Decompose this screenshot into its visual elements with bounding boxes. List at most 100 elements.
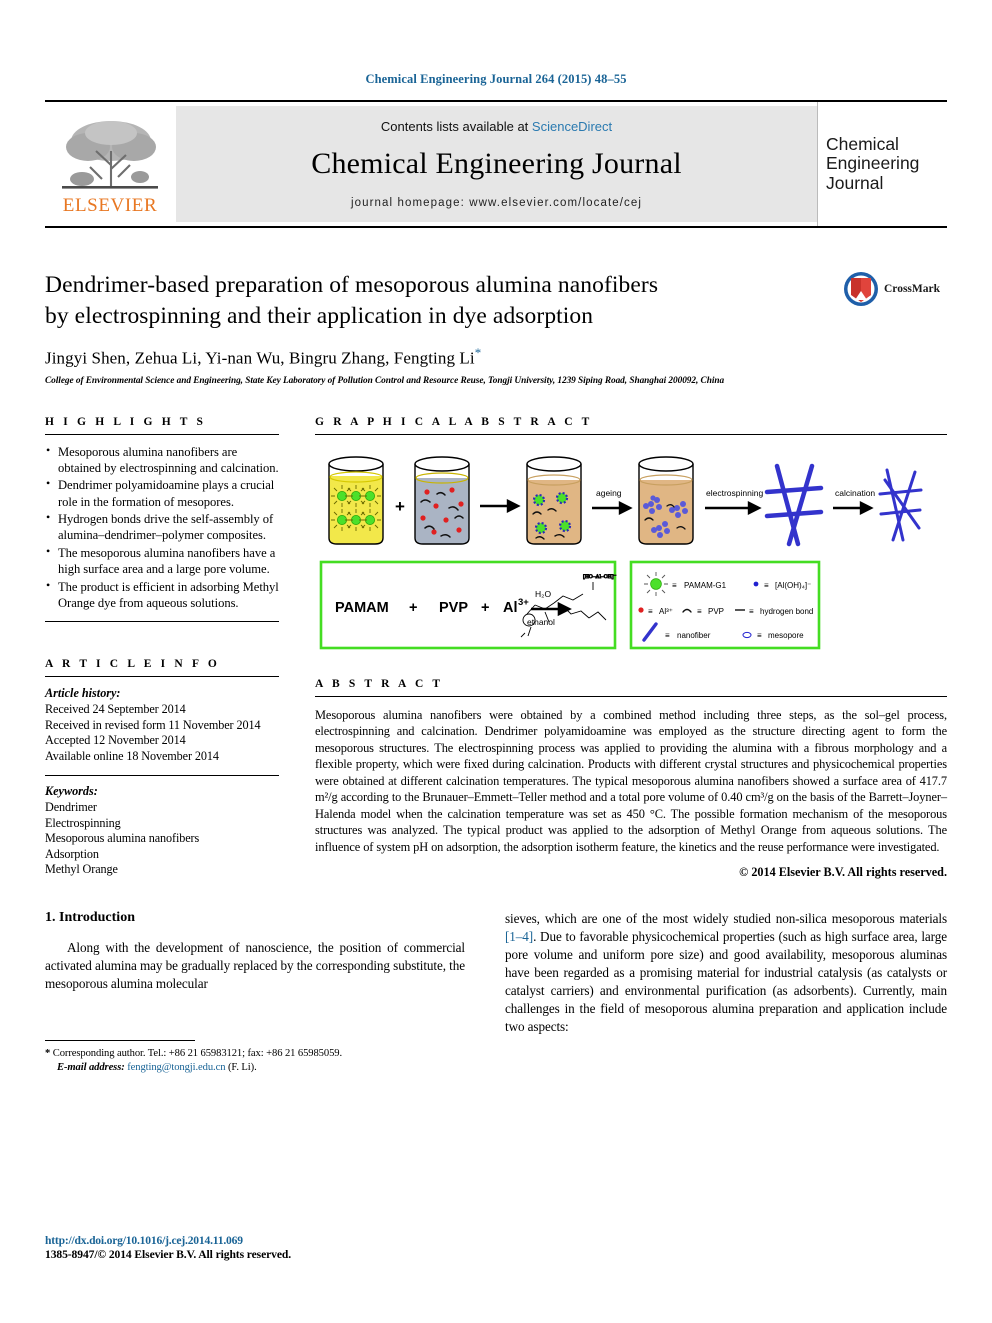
crossmark-badge[interactable]: CrossMark <box>843 266 947 312</box>
issn-copyright: 1385-8947/© 2014 Elsevier B.V. All right… <box>45 1248 292 1261</box>
history-item: Received in revised form 11 November 201… <box>45 717 261 732</box>
legend-box: ≡ PAMAM-G1 ≡ [Al(OH)₄]⁻ ≡ Al³⁺ ≡ PVP ≡ h… <box>629 560 821 649</box>
svg-text:≡: ≡ <box>757 631 762 640</box>
reactant-pamam: PAMAM <box>335 600 389 616</box>
abstract-heading: A B S T R A C T <box>315 677 444 690</box>
journal-homepage-link[interactable]: journal homepage: www.elsevier.com/locat… <box>351 197 642 209</box>
page-title: Dendrimer-based preparation of mesoporou… <box>45 270 837 332</box>
beaker-al-pvp <box>414 455 470 545</box>
keywords-block: Keywords: Dendrimer Electrospinning Meso… <box>45 784 279 878</box>
footnote-block: * Corresponding author. Tel.: +86 21 659… <box>45 1040 465 1075</box>
article-title-block: Dendrimer-based preparation of mesoporou… <box>45 270 947 386</box>
nanofiber-drawing-2 <box>878 468 923 542</box>
crossmark-label: CrossMark <box>884 283 941 295</box>
cover-title: Chemical Engineering Journal <box>826 133 920 194</box>
title-line-1: Dendrimer-based preparation of mesoporou… <box>45 272 659 298</box>
footnote-text: Corresponding author. Tel.: +86 21 65983… <box>52 1048 343 1060</box>
label-calcination: calcination <box>835 488 875 498</box>
cover-line-3: Journal <box>826 172 884 193</box>
email-label: E-mail address: <box>57 1062 125 1074</box>
graphical-abstract-figure: + ageing electrospinning calcination PAM… <box>315 444 947 664</box>
cover-line-1: Chemical <box>826 133 899 154</box>
crossmark-icon <box>844 272 878 306</box>
doi-link[interactable]: http://dx.doi.org/10.1016/j.cej.2014.11.… <box>45 1234 291 1247</box>
list-item: Dendrimer polyamidoamine plays a crucial… <box>45 476 279 510</box>
cover-line-2: Engineering <box>826 153 920 174</box>
graphical-abstract-divider <box>315 433 947 435</box>
article-history-label: Article history: <box>45 686 121 701</box>
intro-right-part2: . Due to favorable physicochemical prope… <box>505 929 947 1034</box>
corresponding-author-note: * Corresponding author. Tel.: +86 21 659… <box>45 1047 465 1075</box>
intro-paragraph-right: sieves, which are one of the most widely… <box>505 910 947 1036</box>
list-item: The product is efficient in adsorbing Me… <box>45 578 279 612</box>
list-item: Mesoporous alumina nanofibers are obtain… <box>45 443 279 477</box>
paper-page: Chemical Engineering Journal 264 (2015) … <box>0 0 992 1323</box>
legend-label-aloh4: [Al(OH)₄]⁻ <box>775 581 811 590</box>
graphical-abstract-heading: G R A P H I C A L A B S T R A C T <box>315 415 593 428</box>
svg-text:≡: ≡ <box>697 607 702 616</box>
keyword-item: Adsorption <box>45 846 99 861</box>
article-history: Article history: Received 24 September 2… <box>45 686 279 764</box>
list-item: The mesoporous alumina nanofibers have a… <box>45 544 279 578</box>
highlights-and-abstract-region: H I G H L I G H T S Mesoporous alumina n… <box>45 416 947 881</box>
legend-label-al3: Al³⁺ <box>659 607 673 616</box>
arrow-mix <box>480 498 521 513</box>
reactant-al: Al <box>503 600 518 616</box>
highlights-list: Mesoporous alumina nanofibers are obtain… <box>45 443 279 612</box>
reactant-al-charge: 3+ <box>518 597 529 608</box>
article-info-heading: A R T I C L E I N F O <box>45 658 220 671</box>
intro-left-column: 1. Introduction Along with the developme… <box>45 910 485 1073</box>
intro-right-column: sieves, which are one of the most widely… <box>485 910 947 1036</box>
document-footer: http://dx.doi.org/10.1016/j.cej.2014.11.… <box>45 1234 291 1261</box>
highlights-heading: H I G H L I G H T S <box>45 415 207 428</box>
article-info-section: A R T I C L E I N F O Article history: R… <box>45 658 279 878</box>
contents-available-line: Contents lists available at ScienceDirec… <box>381 119 612 134</box>
abstract-text: Mesoporous alumina nanofibers were obtai… <box>315 707 947 854</box>
footnote-divider <box>45 1040 195 1042</box>
keyword-item: Mesoporous alumina nanofibers <box>45 831 200 846</box>
legend-label-pamam: PAMAM-G1 <box>684 581 727 590</box>
abstract-copyright: © 2014 Elsevier B.V. All rights reserved… <box>739 865 947 880</box>
elsevier-logo: ELSEVIER <box>45 102 175 226</box>
svg-text:≡: ≡ <box>665 631 670 640</box>
left-column: H I G H L I G H T S Mesoporous alumina n… <box>45 416 297 881</box>
beaker-mixed <box>526 455 582 545</box>
history-item: Available online 18 November 2014 <box>45 748 219 763</box>
journal-cover-thumbnail: Chemical Engineering Journal <box>817 102 947 226</box>
affiliation: College of Environmental Science and Eng… <box>45 375 725 386</box>
beaker-aged <box>638 455 694 545</box>
email-line: E-mail address: fengting@tongji.edu.cn (… <box>45 1061 465 1075</box>
keyword-item: Electrospinning <box>45 815 121 830</box>
solvent-water: H₂O <box>535 589 551 599</box>
legend-label-pvp: PVP <box>708 607 724 616</box>
label-electrospinning: electrospinning <box>706 488 763 498</box>
journal-masthead: ELSEVIER Contents lists available at Sci… <box>45 100 947 228</box>
keyword-item: Dendrimer <box>45 799 97 814</box>
sciencedirect-link[interactable]: ScienceDirect <box>532 119 612 134</box>
svg-text:≡: ≡ <box>749 607 754 616</box>
plus-sign-2: + <box>409 600 417 616</box>
abstract-divider <box>315 695 947 697</box>
nanofiber-drawing-1 <box>764 463 824 546</box>
elsevier-wordmark: ELSEVIER <box>62 195 158 216</box>
author-list: Jingyi Shen, Zehua Li, Yi-nan Wu, Bingru… <box>45 345 837 369</box>
plus-sign-1: + <box>395 497 405 516</box>
legend-label-hbond: hydrogen bond <box>760 607 813 616</box>
email-link[interactable]: fengting@tongji.edu.cn <box>127 1062 225 1073</box>
svg-text:≡: ≡ <box>672 581 677 590</box>
abstract-section: A B S T R A C T Mesoporous alumina nanof… <box>315 678 947 881</box>
legend-label-mesopore: mesopore <box>768 631 804 640</box>
arrow-calcination <box>833 500 874 515</box>
citation-link[interactable]: [1–4] <box>505 929 533 944</box>
svg-text:≡: ≡ <box>764 581 769 590</box>
keywords-label: Keywords: <box>45 784 98 799</box>
legend-label-nanofiber: nanofiber <box>677 631 711 640</box>
highlights-section: H I G H L I G H T S Mesoporous alumina n… <box>45 416 279 623</box>
label-ageing: ageing <box>596 488 622 498</box>
footnote-marker: * <box>45 1048 51 1060</box>
running-head: Chemical Engineering Journal 264 (2015) … <box>365 72 627 86</box>
author-names: Jingyi Shen, Zehua Li, Yi-nan Wu, Bingru… <box>45 348 475 368</box>
elsevier-tree-icon <box>62 121 158 189</box>
contents-prefix: Contents lists available at <box>380 119 529 134</box>
keywords-divider <box>45 775 279 777</box>
